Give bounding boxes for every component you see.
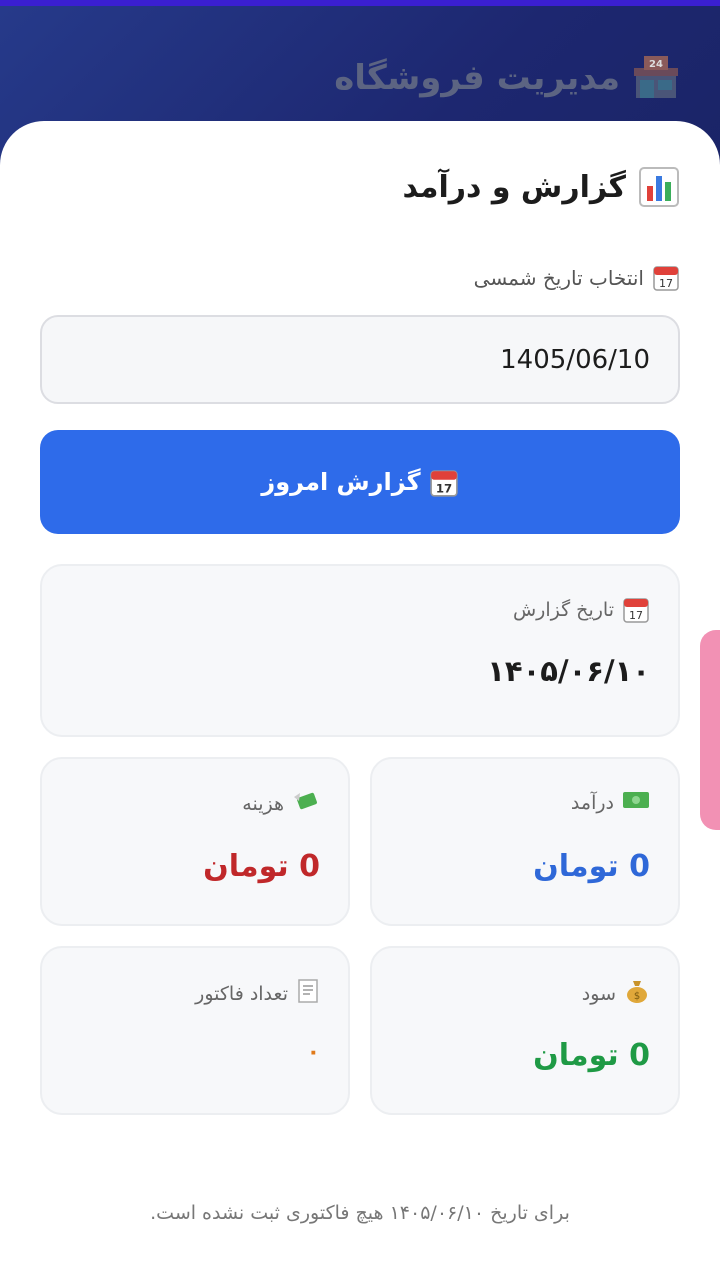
profit-label: $ سود bbox=[582, 978, 650, 1009]
invoice-count-card: تعداد فاکتور ۰ bbox=[40, 946, 350, 1115]
side-drawer-handle[interactable] bbox=[700, 630, 720, 830]
money-bag-icon: $ bbox=[624, 978, 650, 1009]
report-date-card: 17 تاریخ گزارش ۱۴۰۵/۰۶/۱۰ bbox=[40, 564, 680, 737]
date-input[interactable] bbox=[40, 315, 680, 404]
svg-text:$: $ bbox=[634, 991, 640, 1002]
report-date-label: 17 تاریخ گزارش bbox=[513, 596, 650, 624]
svg-text:17: 17 bbox=[659, 277, 673, 290]
page-title: گزارش و درآمد bbox=[403, 166, 680, 208]
calendar-icon: 17 bbox=[652, 264, 680, 292]
empty-state-message: برای تاریخ ۱۴۰۵/۰۶/۱۰ هیچ فاکتوری ثبت نش… bbox=[150, 1202, 570, 1224]
date-picker-label-text: انتخاب تاریخ شمسی bbox=[473, 266, 644, 290]
profit-card: $ سود 0 تومان bbox=[370, 946, 680, 1115]
app-title-text: مدیریت فروشگاه bbox=[334, 58, 620, 98]
expense-label-text: هزینه bbox=[242, 792, 284, 815]
invoice-count-value: ۰ bbox=[306, 1040, 320, 1065]
page-title-text: گزارش و درآمد bbox=[402, 169, 626, 205]
receipt-icon bbox=[296, 978, 320, 1009]
bar-chart-icon bbox=[638, 166, 680, 208]
date-picker-label: 17 انتخاب تاریخ شمسی bbox=[474, 264, 680, 292]
profit-value: 0 تومان bbox=[533, 1038, 650, 1073]
svg-text:17: 17 bbox=[629, 609, 643, 622]
money-wings-icon bbox=[292, 789, 320, 818]
expense-value: 0 تومان bbox=[203, 849, 320, 884]
profit-label-text: سود bbox=[581, 982, 616, 1005]
invoice-count-label-text: تعداد فاکتور bbox=[195, 982, 288, 1005]
calendar-icon: 17 bbox=[429, 468, 459, 497]
income-card: درآمد 0 تومان bbox=[370, 757, 680, 926]
expense-card: هزینه 0 تومان bbox=[40, 757, 350, 926]
money-bill-icon bbox=[622, 789, 650, 816]
income-label-text: درآمد bbox=[570, 791, 614, 814]
svg-text:24: 24 bbox=[649, 59, 663, 70]
store-24-icon: 24 bbox=[632, 54, 680, 102]
income-value: 0 تومان bbox=[533, 849, 650, 884]
app-title: 24 مدیریت فروشگاه bbox=[334, 54, 680, 102]
svg-text:17: 17 bbox=[435, 482, 451, 496]
income-label: درآمد bbox=[571, 789, 650, 816]
calendar-icon: 17 bbox=[622, 596, 650, 624]
report-date-label-text: تاریخ گزارش bbox=[512, 599, 614, 621]
today-report-button[interactable]: 17 گزارش امروز bbox=[40, 430, 680, 534]
today-report-button-label: گزارش امروز bbox=[261, 468, 421, 496]
invoice-count-label: تعداد فاکتور bbox=[195, 978, 320, 1009]
report-date-value: ۱۴۰۵/۰۶/۱۰ bbox=[487, 654, 650, 688]
expense-label: هزینه bbox=[242, 789, 320, 818]
